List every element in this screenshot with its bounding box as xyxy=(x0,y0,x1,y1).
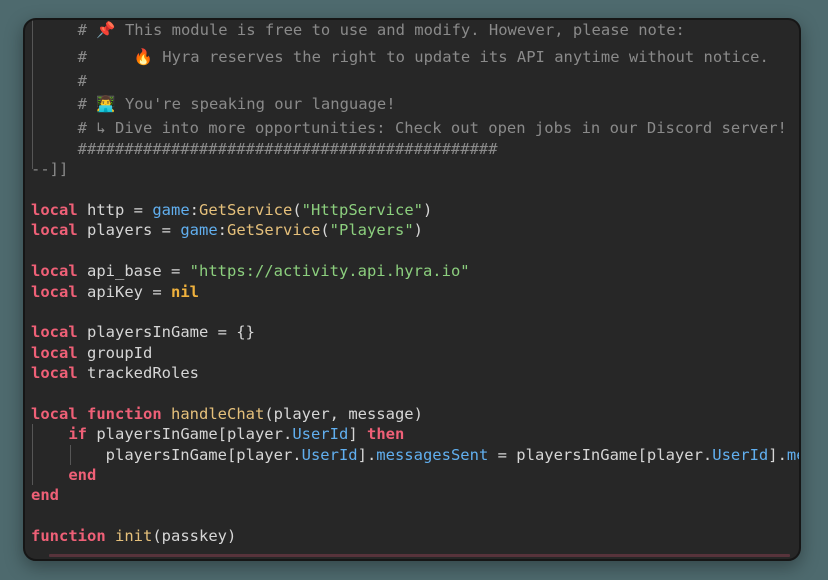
code-line: local apiKey = nil xyxy=(31,282,799,302)
code-token-keyword: function xyxy=(31,527,106,545)
code-editor-window: # 📌 This module is free to use and modif… xyxy=(23,18,801,561)
code-line xyxy=(31,506,799,526)
code-token-plain: api_base = xyxy=(78,262,190,280)
code-line: local trackedRoles xyxy=(31,363,799,383)
code-line: ########################################… xyxy=(31,139,799,159)
code-line: end xyxy=(31,485,799,505)
code-line: local function handleChat(player, messag… xyxy=(31,404,799,424)
code-token-keyword: end xyxy=(68,466,96,484)
code-line xyxy=(31,241,799,261)
code-token-plain: (player, message) xyxy=(264,405,423,423)
code-token-blue: game xyxy=(152,201,189,219)
code-token-string: "Players" xyxy=(330,221,414,239)
code-token-keyword: local xyxy=(31,344,78,362)
code-token-plain: trackedRoles xyxy=(78,364,199,382)
code-token-keyword: local xyxy=(31,262,78,280)
code-line: local api_base = "https://activity.api.h… xyxy=(31,261,799,281)
code-line: # ↳ Dive into more opportunities: Check … xyxy=(31,118,799,138)
code-line: # xyxy=(31,71,799,91)
code-token-blue: game xyxy=(180,221,217,239)
code-token-plain: ( xyxy=(292,201,301,219)
code-token-plain: playersInGame[player. xyxy=(87,425,292,443)
code-token-keyword: local function xyxy=(31,405,162,423)
code-line xyxy=(31,302,799,322)
code-token-plain xyxy=(31,425,68,443)
code-token-blue: UserId xyxy=(712,446,768,464)
desktop-background: { "colors": { "outer_bg": "#4e6a6e", "ed… xyxy=(0,0,828,580)
partially-visible-next-line xyxy=(49,554,790,557)
code-line: local players = game:GetService("Players… xyxy=(31,220,799,240)
code-token-plain: apiKey = xyxy=(78,283,171,301)
code-line xyxy=(31,180,799,200)
code-line: --]] xyxy=(31,159,799,179)
code-token-plain: ]. xyxy=(768,446,787,464)
code-token-nil: nil xyxy=(171,283,199,301)
code-line: local playersInGame = {} xyxy=(31,322,799,342)
code-token-plain: playersInGame = {} xyxy=(78,323,255,341)
code-token-plain: ) xyxy=(423,201,432,219)
code-token-comment: # xyxy=(31,72,87,90)
code-token-keyword: local xyxy=(31,201,78,219)
code-token-keyword: local xyxy=(31,323,78,341)
code-token-keyword: local xyxy=(31,221,78,239)
code-token-func: init xyxy=(115,527,152,545)
code-token-plain: ]. xyxy=(358,446,377,464)
code-token-comment: # 👨‍💻 You're speaking our language! xyxy=(31,95,396,113)
code-token-keyword: then xyxy=(367,425,404,443)
code-token-func: handleChat xyxy=(171,405,264,423)
code-token-plain xyxy=(31,466,68,484)
code-token-plain: (passkey) xyxy=(152,527,236,545)
code-line: # 👨‍💻 You're speaking our language! xyxy=(31,91,799,118)
code-token-plain: groupId xyxy=(78,344,153,362)
code-token-comment: # 📌 This module is free to use and modif… xyxy=(31,21,685,39)
code-token-plain: : xyxy=(218,221,227,239)
code-token-plain: ] xyxy=(348,425,367,443)
code-token-keyword: local xyxy=(31,364,78,382)
code-token-string: "https://activity.api.hyra.io" xyxy=(190,262,470,280)
code-token-plain xyxy=(162,405,171,423)
code-token-plain: playersInGame[player. xyxy=(31,446,302,464)
code-token-blue: messagesSent xyxy=(787,446,799,464)
code-line: end xyxy=(31,465,799,485)
code-token-func: GetService xyxy=(199,201,292,219)
code-token-plain xyxy=(106,527,115,545)
code-line: function init(passkey) xyxy=(31,526,799,546)
code-token-plain: players = xyxy=(78,221,181,239)
code-token-blue: UserId xyxy=(292,425,348,443)
code-token-plain: : xyxy=(190,201,199,219)
code-line: local http = game:GetService("HttpServic… xyxy=(31,200,799,220)
code-line: # 📌 This module is free to use and modif… xyxy=(31,18,799,44)
code-line: if playersInGame[player.UserId] then xyxy=(31,424,799,444)
code-line xyxy=(31,383,799,403)
code-token-plain: ) xyxy=(414,221,423,239)
code-token-blue: messagesSent xyxy=(376,446,488,464)
code-line: local groupId xyxy=(31,343,799,363)
code-line: playersInGame[player.UserId].messagesSen… xyxy=(31,445,799,465)
code-token-comment: # 🔥 Hyra reserves the right to update it… xyxy=(31,48,769,66)
code-token-plain: http = xyxy=(78,201,153,219)
code-token-keyword: local xyxy=(31,283,78,301)
code-token-keyword: if xyxy=(68,425,87,443)
code-token-string: "HttpService" xyxy=(302,201,423,219)
code-line: # 🔥 Hyra reserves the right to update it… xyxy=(31,44,799,71)
code-token-blue: UserId xyxy=(302,446,358,464)
code-editor[interactable]: # 📌 This module is free to use and modif… xyxy=(25,18,799,559)
code-token-keyword: end xyxy=(31,486,59,504)
code-token-plain: ( xyxy=(320,221,329,239)
code-token-comment: # ↳ Dive into more opportunities: Check … xyxy=(31,119,787,137)
code-token-comment: --]] xyxy=(31,160,68,178)
code-token-func: GetService xyxy=(227,221,320,239)
code-token-plain: = playersInGame[player. xyxy=(488,446,712,464)
code-token-comment: ########################################… xyxy=(31,140,498,158)
